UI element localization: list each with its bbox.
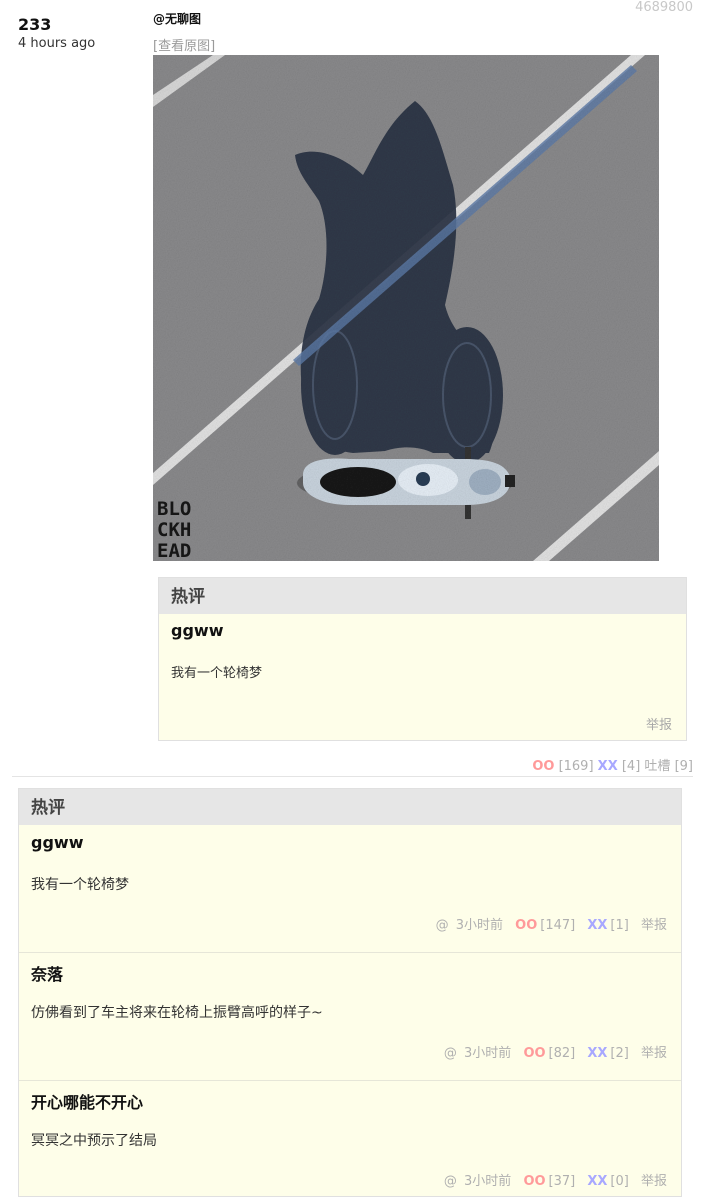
comment-text: 仿佛看到了车主将来在轮椅上振臂高呼的样子~ <box>31 1005 323 1021</box>
section-divider <box>12 776 693 777</box>
oo-button[interactable]: OO <box>523 1174 545 1189</box>
reply-at-button[interactable]: @ <box>436 918 449 933</box>
oo-count: [37] <box>548 1174 576 1189</box>
list-item: 开心哪能不开心 冥冥之中预示了结局 @ 3小时前 OO [37] XX [0] 举报 <box>19 1081 681 1202</box>
comment-author: 奈落 <box>31 965 64 984</box>
xx-button[interactable]: XX <box>587 918 607 933</box>
post-vote-row: OO [169] XX [4] 吐槽 [9] <box>532 755 693 774</box>
xx-button[interactable]: XX <box>587 1046 607 1061</box>
post-number[interactable]: 4689800 <box>635 0 693 15</box>
watermark-line-1: BLO <box>157 498 191 520</box>
comment-meta: @ 3小时前 OO [37] XX [0] 举报 <box>441 1170 667 1189</box>
oo-button[interactable]: OO <box>515 918 537 933</box>
post-author: @无聊图 <box>153 12 202 26</box>
post-tucao-link[interactable]: 吐槽 <box>644 759 670 774</box>
inline-hot-text: 我有一个轮椅梦 <box>171 666 263 681</box>
list-item: ggww 我有一个轮椅梦 @ 3小时前 OO [147] XX [1] 举报 <box>19 825 681 953</box>
hot-comments-title: 热评 <box>19 789 681 825</box>
report-link[interactable]: 举报 <box>641 1174 667 1189</box>
list-item: 奈落 仿佛看到了车主将来在轮椅上振臂高呼的样子~ @ 3小时前 OO [82] X… <box>19 953 681 1081</box>
comment-meta: @ 3小时前 OO [147] XX [1] 举报 <box>433 914 667 933</box>
watermark-line-2: CKH <box>157 519 191 541</box>
inline-hot-comment: 热评 ggww 我有一个轮椅梦 举报 <box>158 577 687 741</box>
xx-count: [0] <box>610 1174 629 1189</box>
post-xx-button[interactable]: XX <box>598 759 618 774</box>
post-oo-count: [169] <box>558 759 594 774</box>
post-xx-count: [4] <box>621 759 641 774</box>
inline-hot-title: 热评 <box>159 578 686 614</box>
comment-author: ggww <box>31 833 84 852</box>
post-image[interactable]: BLO CKH EAD <box>153 55 659 561</box>
post-tucao-count: [9] <box>674 759 693 774</box>
view-original-link[interactable]: [查看原图] <box>153 35 215 54</box>
comment-meta: @ 3小时前 OO [82] XX [2] 举报 <box>441 1042 667 1061</box>
inline-hot-report-link[interactable]: 举报 <box>646 714 672 733</box>
oo-count: [82] <box>548 1046 576 1061</box>
xx-button[interactable]: XX <box>587 1174 607 1189</box>
comment-text: 我有一个轮椅梦 <box>31 877 129 893</box>
report-link[interactable]: 举报 <box>641 918 667 933</box>
watermark-line-3: EAD <box>157 540 191 561</box>
post-time: 4 hours ago <box>18 36 96 51</box>
comment-time: 3小时前 <box>464 1046 512 1061</box>
reply-at-button[interactable]: @ <box>444 1174 457 1189</box>
post-id[interactable]: 233 <box>18 15 51 34</box>
xx-count: [2] <box>610 1046 629 1061</box>
comment-text: 冥冥之中预示了结局 <box>31 1133 157 1149</box>
comment-author: 开心哪能不开心 <box>31 1093 144 1112</box>
comment-time: 3小时前 <box>464 1174 512 1189</box>
comment-time: 3小时前 <box>455 918 504 933</box>
xx-count: [1] <box>610 918 629 933</box>
post-oo-button[interactable]: OO <box>532 759 554 774</box>
oo-button[interactable]: OO <box>523 1046 545 1061</box>
hot-comments-list: 热评 ggww 我有一个轮椅梦 @ 3小时前 OO [147] XX [1] 举报 … <box>18 788 682 1197</box>
post-page: 233 4 hours ago 4689800 @无聊图 [查看原图] BLO … <box>0 0 707 1202</box>
oo-count: [147] <box>540 918 576 933</box>
motorcycle-shadow-photo-icon: BLO CKH EAD <box>153 55 659 561</box>
report-link[interactable]: 举报 <box>641 1046 667 1061</box>
inline-hot-author: ggww <box>171 621 224 640</box>
reply-at-button[interactable]: @ <box>444 1046 457 1061</box>
